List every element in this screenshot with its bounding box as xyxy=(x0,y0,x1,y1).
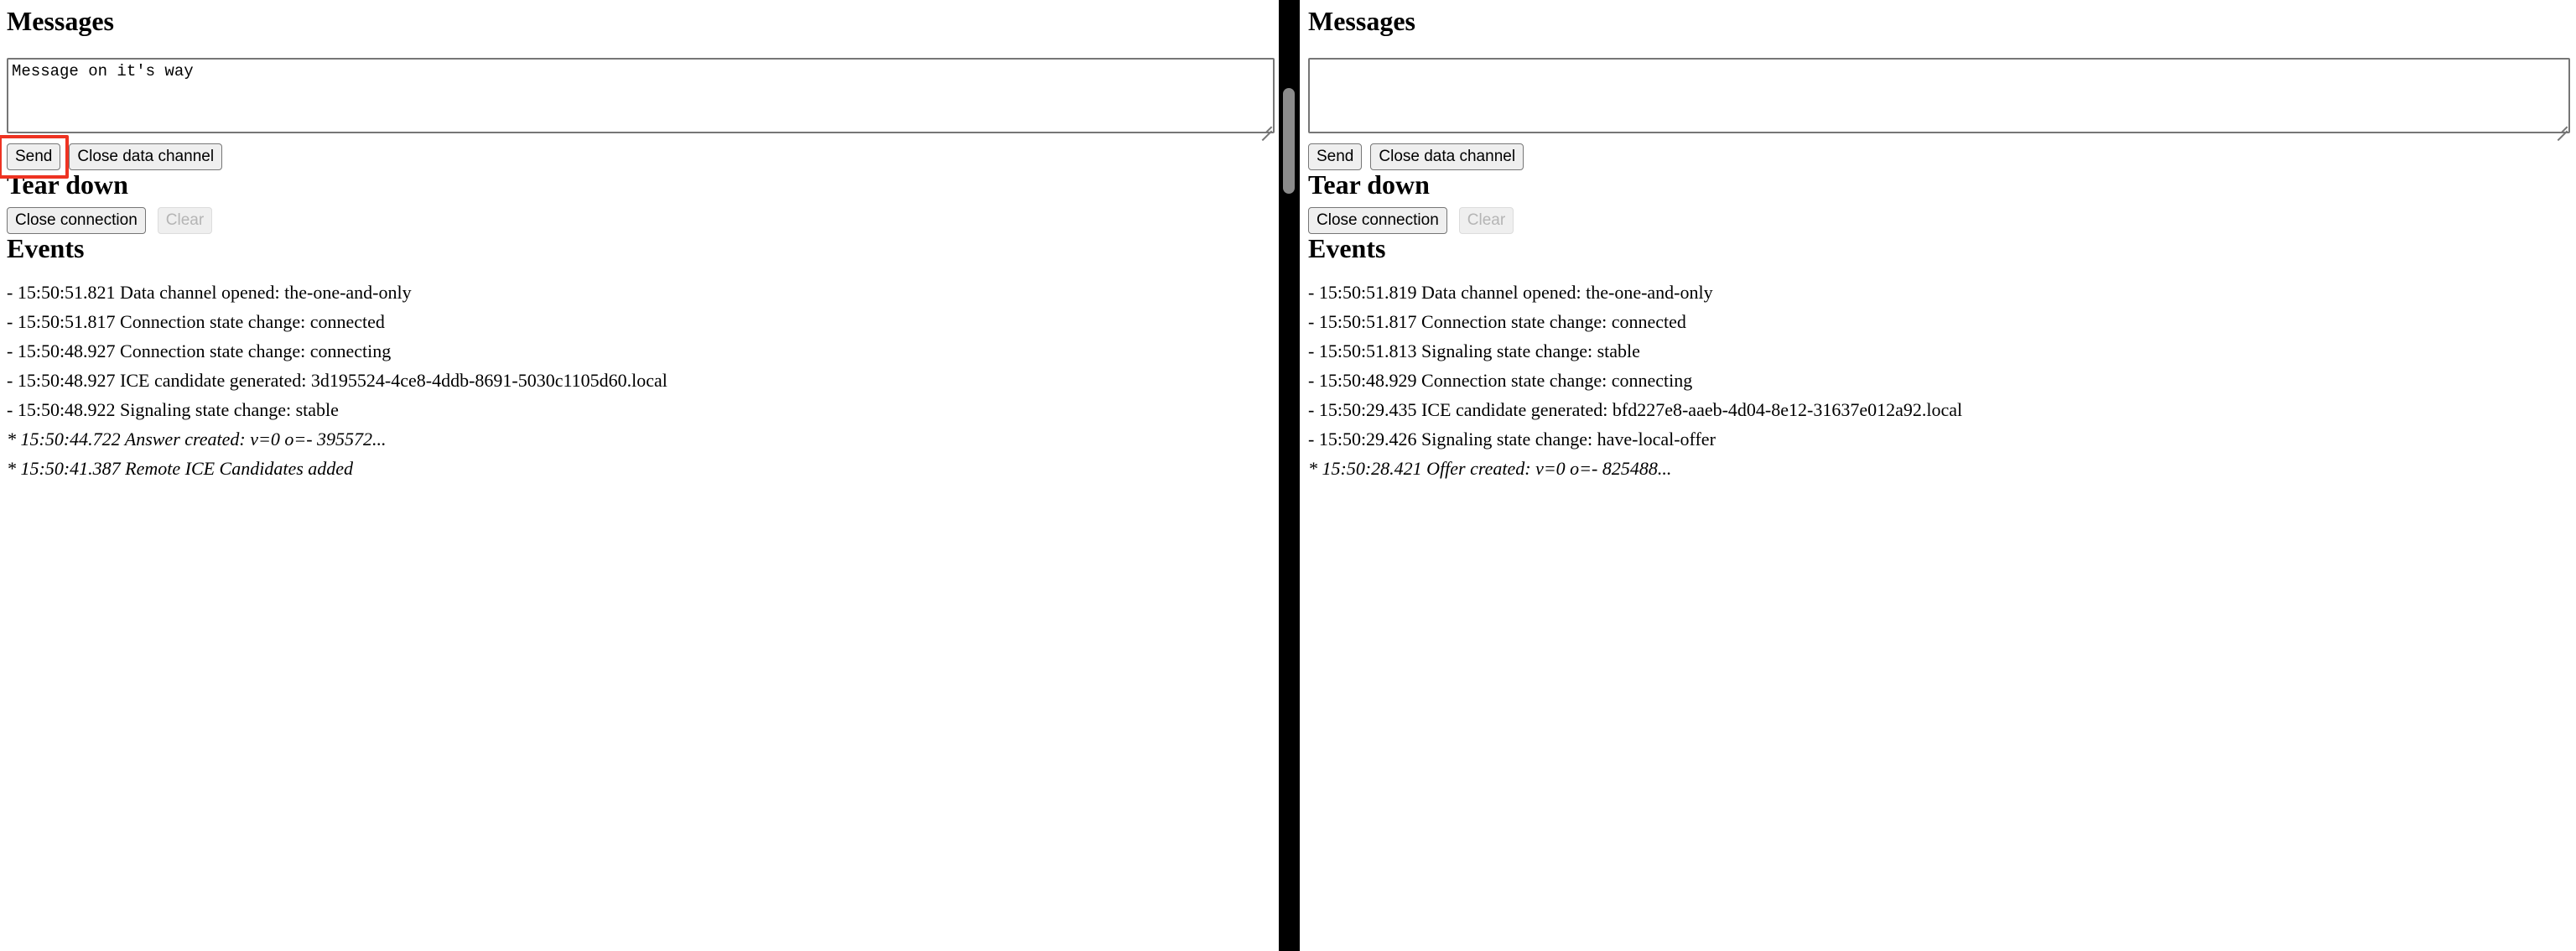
left-peer-pane: Messages Send Close data channel Tear do… xyxy=(0,0,1279,951)
clear-button: Clear xyxy=(1458,207,1514,235)
event-log-entry: - 15:50:51.821 Data channel opened: the-… xyxy=(7,281,412,303)
teardown-heading: Tear down xyxy=(1308,169,1430,200)
event-log-entry: - 15:50:48.922 Signaling state change: s… xyxy=(7,398,339,420)
event-log-entry: * 15:50:44.722 Answer created: v=0 o=- 3… xyxy=(7,428,387,450)
message-input-wrapper xyxy=(7,36,1275,141)
event-log-entry: - 15:50:48.929 Connection state change: … xyxy=(1308,369,1693,391)
teardown-actions-row: Close connection Clear xyxy=(1308,207,2572,235)
event-log-entry: - 15:50:48.927 Connection state change: … xyxy=(7,340,392,361)
events-heading: Events xyxy=(1308,233,1386,264)
teardown-actions-row: Close connection Clear xyxy=(7,207,1279,235)
send-button-highlight-wrapper: Send xyxy=(0,135,70,179)
send-button[interactable]: Send xyxy=(1308,143,1363,171)
events-list: - 15:50:51.819 Data channel opened: the-… xyxy=(1308,278,2572,484)
event-log-entry: - 15:50:51.817 Connection state change: … xyxy=(7,310,385,332)
event-log-entry: - 15:50:48.927 ICE candidate generated: … xyxy=(7,369,667,391)
message-actions-row: Send Close data channel xyxy=(0,135,1279,179)
scrollbar-thumb[interactable] xyxy=(1283,88,1295,194)
close-data-channel-button[interactable]: Close data channel xyxy=(69,143,223,171)
event-log-entry: - 15:50:51.819 Data channel opened: the-… xyxy=(1308,281,1713,303)
events-heading: Events xyxy=(7,233,85,264)
dual-pane-webrtc-demo: Messages Send Close data channel Tear do… xyxy=(0,0,2576,951)
event-log-entry: * 15:50:41.387 Remote ICE Candidates add… xyxy=(7,457,354,479)
message-actions-row: Send Close data channel xyxy=(1308,143,2572,171)
send-button[interactable]: Send xyxy=(7,143,61,171)
message-input[interactable] xyxy=(7,58,1275,134)
clear-button: Clear xyxy=(157,207,213,235)
close-connection-button[interactable]: Close connection xyxy=(1308,207,1447,235)
event-log-entry: - 15:50:51.817 Connection state change: … xyxy=(1308,310,1686,332)
event-log-entry: - 15:50:51.813 Signaling state change: s… xyxy=(1308,340,1640,361)
close-data-channel-button[interactable]: Close data channel xyxy=(1370,143,1524,171)
event-log-entry: - 15:50:29.426 Signaling state change: h… xyxy=(1308,428,1716,450)
teardown-heading: Tear down xyxy=(7,169,128,200)
messages-heading: Messages xyxy=(7,6,114,36)
message-input[interactable] xyxy=(1308,58,2570,134)
messages-heading: Messages xyxy=(1308,6,1415,36)
event-log-entry: - 15:50:29.435 ICE candidate generated: … xyxy=(1308,398,1963,420)
event-log-entry: * 15:50:28.421 Offer created: v=0 o=- 82… xyxy=(1308,457,1672,479)
message-input-wrapper xyxy=(1308,36,2570,141)
events-list: - 15:50:51.821 Data channel opened: the-… xyxy=(7,278,1279,484)
close-connection-button[interactable]: Close connection xyxy=(7,207,146,235)
right-peer-pane: Messages Send Close data channel Tear do… xyxy=(1300,0,2576,951)
pane-divider-scrollbar[interactable] xyxy=(1279,0,1300,951)
